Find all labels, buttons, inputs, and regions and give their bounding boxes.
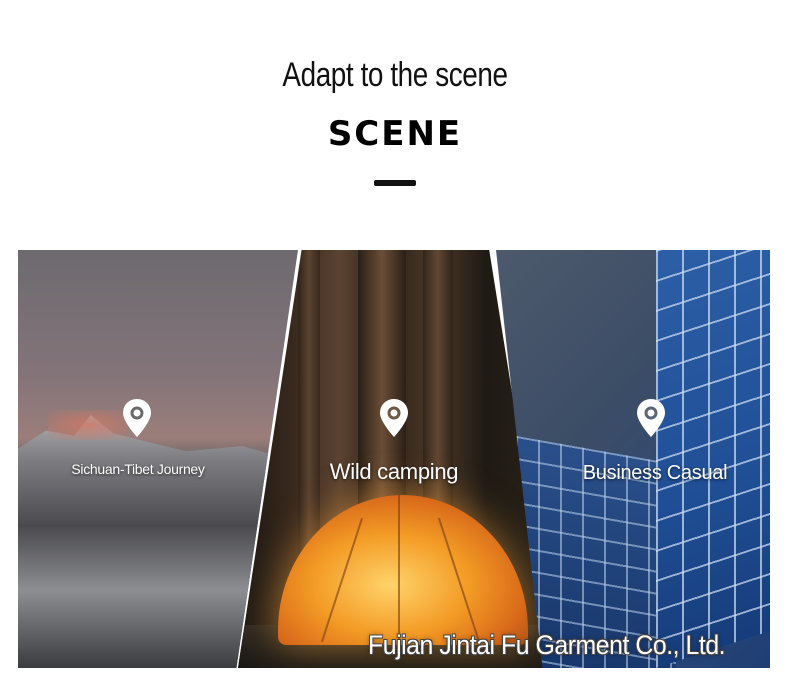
glass-building-tower [656, 250, 770, 668]
location-pin-icon [121, 398, 153, 438]
company-watermark: Fujian Jintai Fu Garment Co., Ltd. [368, 630, 726, 660]
scene-label-sichuan-tibet: Sichuan-Tibet Journey [71, 461, 205, 477]
scene-panels [0, 0, 790, 692]
scene-label-business-casual: Business Casual [582, 462, 728, 484]
scene-card-business-casual[interactable] [496, 250, 770, 668]
peak-glow [48, 410, 128, 440]
location-pin-icon [635, 398, 667, 438]
scene-label-wild-camping: Wild camping [329, 459, 459, 484]
location-pin-icon [378, 398, 410, 438]
